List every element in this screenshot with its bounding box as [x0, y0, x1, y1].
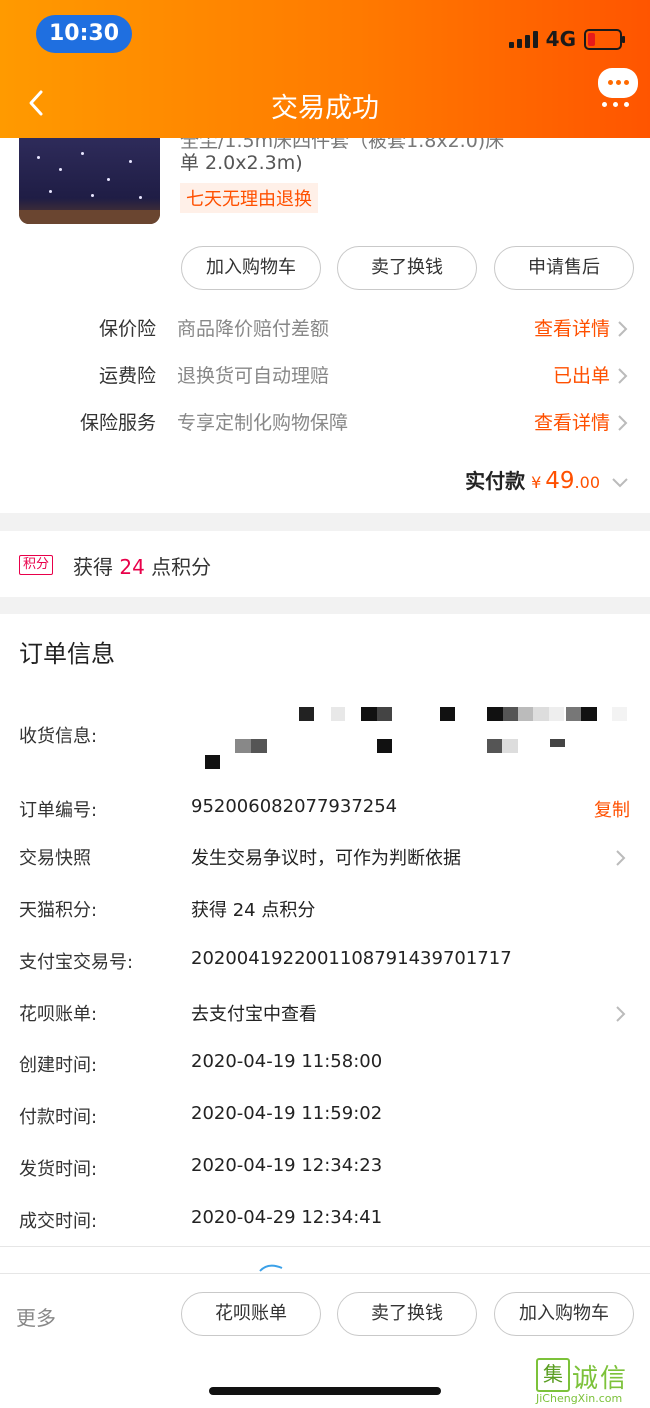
- copy-button[interactable]: 复制: [594, 796, 630, 822]
- deal-time-label: 成交时间:: [19, 1211, 98, 1232]
- chat-bubble-icon: [598, 68, 638, 98]
- more-button[interactable]: 更多: [16, 1302, 56, 1331]
- created-time-label: 创建时间:: [19, 1055, 98, 1076]
- product-section: 全尘/1.5m床四件套（被套1.8x2.0)床 单 2.0x2.3m) 七天无理…: [0, 130, 650, 513]
- points-section: 积分 获得 24 点积分: [0, 531, 650, 597]
- resell-button[interactable]: 卖了换钱: [337, 246, 477, 290]
- insurance-action[interactable]: 查看详情: [534, 314, 610, 341]
- chevron-right-icon: [618, 321, 628, 337]
- tmall-points-row: 天猫积分: 获得 24 点积分: [0, 896, 650, 924]
- watermark-logo: 集 诚信 JiChengXin.com: [532, 1358, 650, 1408]
- order-info-title: 订单信息: [19, 640, 115, 668]
- status-indicators: 4G: [508, 26, 625, 52]
- paid-time-row: 付款时间: 2020-04-19 11:59:02: [0, 1103, 650, 1131]
- paid-time-value: 2020-04-19 11:59:02: [191, 1103, 383, 1124]
- insurance-desc: 商品降价赔付差额: [177, 318, 330, 340]
- signal-icon: [508, 30, 538, 48]
- home-indicator[interactable]: [209, 1387, 441, 1395]
- add-to-cart-button-bottom[interactable]: 加入购物车: [494, 1292, 634, 1336]
- order-info-section: 订单信息 收货信息: 订单编号: 952006082077937254 复制 交…: [0, 614, 650, 1254]
- payment-decimal: .00: [574, 473, 600, 492]
- alipay-trade-row: 支付宝交易号: 2020041922001108791439701717: [0, 948, 650, 976]
- points-badge: 积分: [19, 555, 54, 575]
- points-text: 获得 24 点积分: [73, 555, 212, 579]
- points-value: 24: [119, 555, 145, 579]
- product-name-line2[interactable]: 单 2.0x2.3m): [180, 148, 303, 175]
- huabei-bill-value: 去支付宝中查看: [191, 1004, 317, 1025]
- header-bar: 10:30 4G 交易成功: [0, 0, 650, 138]
- add-to-cart-button[interactable]: 加入购物车: [181, 246, 321, 290]
- insurance-row-service[interactable]: 保险服务 专享定制化购物保障 查看详情: [0, 408, 650, 438]
- shipped-time-label: 发货时间:: [19, 1159, 98, 1180]
- snapshot-label: 交易快照: [19, 848, 91, 869]
- network-label: 4G: [545, 27, 576, 51]
- tmall-points-label: 天猫积分:: [19, 900, 98, 921]
- snapshot-value: 发生交易争议时，可作为判断依据: [191, 848, 461, 869]
- paid-time-label: 付款时间:: [19, 1107, 98, 1128]
- insurance-row-shipping[interactable]: 运费险 退换货可自动理赔 已出单: [0, 361, 650, 391]
- payment-currency: ¥: [531, 473, 542, 492]
- status-time: 10:30: [36, 15, 132, 53]
- shipped-time-value: 2020-04-19 12:34:23: [191, 1155, 383, 1176]
- alipay-trade-value: 2020041922001108791439701717: [191, 948, 512, 969]
- payment-label: 实付款: [465, 469, 526, 493]
- deal-time-row: 成交时间: 2020-04-29 12:34:41: [0, 1207, 650, 1235]
- shipped-time-row: 发货时间: 2020-04-19 12:34:23: [0, 1155, 650, 1183]
- more-dots-icon: [602, 102, 629, 107]
- snapshot-row[interactable]: 交易快照 发生交易争议时，可作为判断依据: [0, 844, 650, 872]
- battery-icon: [584, 28, 625, 50]
- order-number-label: 订单编号:: [19, 800, 98, 821]
- divider: [0, 1246, 650, 1247]
- section-divider: [0, 597, 650, 614]
- chevron-right-icon: [616, 850, 626, 866]
- product-thumbnail[interactable]: [19, 138, 160, 224]
- created-time-row: 创建时间: 2020-04-19 11:58:00: [0, 1051, 650, 1079]
- insurance-row-price[interactable]: 保价险 商品降价赔付差额 查看详情: [0, 314, 650, 344]
- order-number-value: 952006082077937254: [191, 796, 398, 817]
- chevron-right-icon: [616, 1006, 626, 1022]
- huabei-bill-row[interactable]: 花呗账单: 去支付宝中查看: [0, 1000, 650, 1028]
- payment-amount: 49: [545, 468, 575, 494]
- tmall-points-value: 获得 24 点积分: [191, 900, 316, 921]
- chevron-right-icon: [618, 415, 628, 431]
- chevron-right-icon: [618, 368, 628, 384]
- deal-time-value: 2020-04-29 12:34:41: [191, 1207, 383, 1228]
- huabei-bill-button[interactable]: 花呗账单: [181, 1292, 321, 1336]
- insurance-desc: 专享定制化购物保障: [177, 412, 349, 434]
- chevron-down-icon: [612, 478, 628, 488]
- insurance-label: 保险服务: [79, 412, 156, 434]
- after-sale-button[interactable]: 申请售后: [494, 246, 634, 290]
- message-menu-button[interactable]: [598, 68, 640, 108]
- shipping-label: 收货信息:: [19, 726, 98, 747]
- insurance-desc: 退换货可自动理赔: [177, 365, 330, 387]
- order-number-row: 订单编号: 952006082077937254 复制: [0, 796, 650, 824]
- resell-button-bottom[interactable]: 卖了换钱: [337, 1292, 477, 1336]
- payment-summary[interactable]: 实付款 ¥ 49 .00: [465, 465, 628, 495]
- bottom-action-bar: 更多 花呗账单 卖了换钱 加入购物车 集 诚信 JiChengXin.com: [0, 1273, 650, 1407]
- huabei-bill-label: 花呗账单:: [19, 1004, 98, 1025]
- insurance-action[interactable]: 查看详情: [534, 408, 610, 435]
- alipay-trade-label: 支付宝交易号:: [19, 952, 134, 973]
- page-title: 交易成功: [271, 93, 379, 124]
- insurance-action[interactable]: 已出单: [553, 361, 610, 388]
- return-policy-tag: 七天无理由退换: [180, 183, 318, 213]
- insurance-label: 运费险: [98, 365, 156, 387]
- section-divider: [0, 513, 650, 531]
- created-time-value: 2020-04-19 11:58:00: [191, 1051, 383, 1072]
- insurance-label: 保价险: [98, 318, 156, 340]
